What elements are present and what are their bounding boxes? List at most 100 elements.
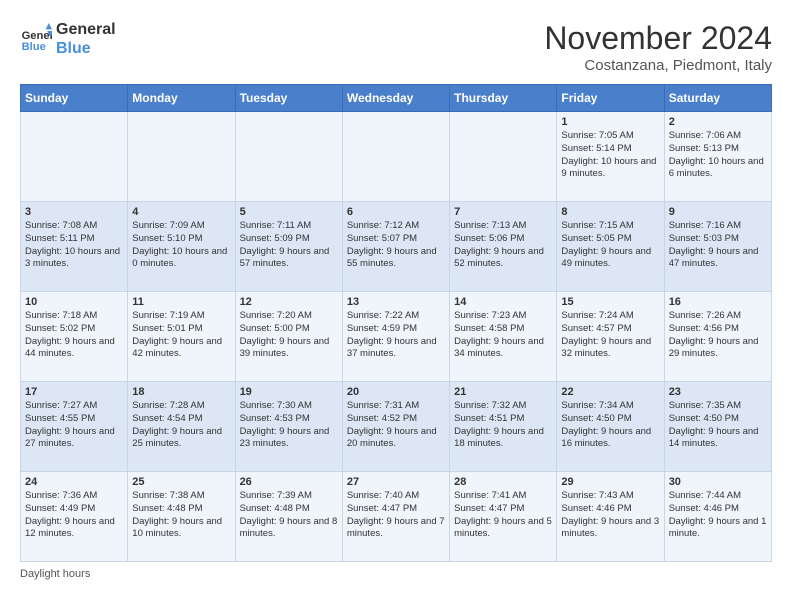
day-info: Sunrise: 7:22 AM Sunset: 4:59 PM Dayligh… [347,310,445,361]
calendar-cell: 5 Sunrise: 7:11 AM Sunset: 5:09 PM Daylig… [235,202,342,292]
calendar-week-2: 3 Sunrise: 7:08 AM Sunset: 5:11 PM Daylig… [21,202,772,292]
header-row: SundayMondayTuesdayWednesdayThursdayFrid… [21,85,772,112]
header-day-friday: Friday [557,85,664,112]
title-block: November 2024 Costanzana, Piedmont, Ital… [544,20,772,74]
logo-line2: Blue [56,39,116,58]
day-number: 29 [561,476,659,488]
calendar-header: SundayMondayTuesdayWednesdayThursdayFrid… [21,85,772,112]
day-info: Sunrise: 7:24 AM Sunset: 4:57 PM Dayligh… [561,310,659,361]
day-number: 7 [454,206,552,218]
page-header: General Blue General Blue November 2024 … [20,20,772,74]
calendar-cell: 30Sunrise: 7:44 AM Sunset: 4:46 PM Dayli… [664,472,771,562]
day-number: 26 [240,476,338,488]
calendar-week-1: 1Sunrise: 7:05 AM Sunset: 5:14 PM Daylig… [21,112,772,202]
day-number: 23 [669,386,767,398]
day-info: Sunrise: 7:41 AM Sunset: 4:47 PM Dayligh… [454,490,552,541]
calendar-cell: 25 Sunrise: 7:38 AM Sunset: 4:48 PM Dayli… [128,472,235,562]
day-info: Sunrise: 7:11 AM Sunset: 5:09 PM Dayligh… [240,220,338,271]
calendar-week-5: 24 Sunrise: 7:36 AM Sunset: 4:49 PM Dayli… [21,472,772,562]
day-number: 2 [669,116,767,128]
day-info: Sunrise: 7:09 AM Sunset: 5:10 PM Dayligh… [132,220,230,271]
day-info: Sunrise: 7:30 AM Sunset: 4:53 PM Dayligh… [240,400,338,451]
calendar-week-4: 17 Sunrise: 7:27 AM Sunset: 4:55 PM Dayli… [21,382,772,472]
day-info: Sunrise: 7:06 AM Sunset: 5:13 PM Dayligh… [669,130,767,181]
day-number: 5 [240,206,338,218]
day-info: Sunrise: 7:31 AM Sunset: 4:52 PM Dayligh… [347,400,445,451]
day-info: Sunrise: 7:08 AM Sunset: 5:11 PM Dayligh… [25,220,123,271]
day-info: Sunrise: 7:27 AM Sunset: 4:55 PM Dayligh… [25,400,123,451]
day-number: 16 [669,296,767,308]
calendar-cell [235,112,342,202]
day-number: 3 [25,206,123,218]
day-info: Sunrise: 7:43 AM Sunset: 4:46 PM Dayligh… [561,490,659,541]
day-info: Sunrise: 7:19 AM Sunset: 5:01 PM Dayligh… [132,310,230,361]
day-number: 22 [561,386,659,398]
day-info: Sunrise: 7:39 AM Sunset: 4:48 PM Dayligh… [240,490,338,541]
day-number: 19 [240,386,338,398]
day-info: Sunrise: 7:36 AM Sunset: 4:49 PM Dayligh… [25,490,123,541]
header-day-saturday: Saturday [664,85,771,112]
day-number: 30 [669,476,767,488]
svg-text:General: General [22,30,52,42]
day-number: 1 [561,116,659,128]
day-number: 25 [132,476,230,488]
calendar-cell: 6 Sunrise: 7:12 AM Sunset: 5:07 PM Daylig… [342,202,449,292]
calendar-cell: 23 Sunrise: 7:35 AM Sunset: 4:50 PM Dayli… [664,382,771,472]
day-info: Sunrise: 7:23 AM Sunset: 4:58 PM Dayligh… [454,310,552,361]
day-number: 9 [669,206,767,218]
calendar-cell: 7Sunrise: 7:13 AM Sunset: 5:06 PM Daylig… [450,202,557,292]
calendar-cell: 28Sunrise: 7:41 AM Sunset: 4:47 PM Dayli… [450,472,557,562]
day-number: 18 [132,386,230,398]
calendar-cell [128,112,235,202]
day-info: Sunrise: 7:38 AM Sunset: 4:48 PM Dayligh… [132,490,230,541]
calendar-cell: 12Sunrise: 7:20 AM Sunset: 5:00 PM Dayli… [235,292,342,382]
day-info: Sunrise: 7:32 AM Sunset: 4:51 PM Dayligh… [454,400,552,451]
day-number: 24 [25,476,123,488]
calendar-cell: 4 Sunrise: 7:09 AM Sunset: 5:10 PM Daylig… [128,202,235,292]
day-info: Sunrise: 7:16 AM Sunset: 5:03 PM Dayligh… [669,220,767,271]
header-day-thursday: Thursday [450,85,557,112]
calendar-cell: 16Sunrise: 7:26 AM Sunset: 4:56 PM Dayli… [664,292,771,382]
header-day-wednesday: Wednesday [342,85,449,112]
calendar-cell: 22Sunrise: 7:34 AM Sunset: 4:50 PM Dayli… [557,382,664,472]
calendar-cell: 2 Sunrise: 7:06 AM Sunset: 5:13 PM Daylig… [664,112,771,202]
calendar-cell: 14Sunrise: 7:23 AM Sunset: 4:58 PM Dayli… [450,292,557,382]
logo-icon: General Blue [20,23,52,55]
logo-line1: General [56,20,116,39]
day-number: 15 [561,296,659,308]
calendar-cell: 27Sunrise: 7:40 AM Sunset: 4:47 PM Dayli… [342,472,449,562]
calendar-cell: 1Sunrise: 7:05 AM Sunset: 5:14 PM Daylig… [557,112,664,202]
calendar-cell [21,112,128,202]
day-number: 4 [132,206,230,218]
calendar-cell: 17 Sunrise: 7:27 AM Sunset: 4:55 PM Dayli… [21,382,128,472]
calendar-cell: 21 Sunrise: 7:32 AM Sunset: 4:51 PM Dayli… [450,382,557,472]
day-number: 6 [347,206,445,218]
month-title: November 2024 [544,20,772,57]
header-day-tuesday: Tuesday [235,85,342,112]
calendar-cell: 13Sunrise: 7:22 AM Sunset: 4:59 PM Dayli… [342,292,449,382]
day-number: 21 [454,386,552,398]
day-number: 27 [347,476,445,488]
svg-text:Blue: Blue [22,41,46,53]
calendar-cell: 29 Sunrise: 7:43 AM Sunset: 4:46 PM Dayli… [557,472,664,562]
calendar-body: 1Sunrise: 7:05 AM Sunset: 5:14 PM Daylig… [21,112,772,562]
calendar-cell: 3 Sunrise: 7:08 AM Sunset: 5:11 PM Daylig… [21,202,128,292]
day-info: Sunrise: 7:18 AM Sunset: 5:02 PM Dayligh… [25,310,123,361]
header-day-monday: Monday [128,85,235,112]
calendar-cell: 10Sunrise: 7:18 AM Sunset: 5:02 PM Dayli… [21,292,128,382]
day-info: Sunrise: 7:28 AM Sunset: 4:54 PM Dayligh… [132,400,230,451]
calendar-cell [342,112,449,202]
calendar-cell: 26 Sunrise: 7:39 AM Sunset: 4:48 PM Dayli… [235,472,342,562]
day-number: 8 [561,206,659,218]
day-info: Sunrise: 7:15 AM Sunset: 5:05 PM Dayligh… [561,220,659,271]
day-number: 20 [347,386,445,398]
logo: General Blue General Blue [20,20,116,58]
day-number: 17 [25,386,123,398]
day-info: Sunrise: 7:35 AM Sunset: 4:50 PM Dayligh… [669,400,767,451]
calendar-cell: 20 Sunrise: 7:31 AM Sunset: 4:52 PM Dayli… [342,382,449,472]
day-number: 12 [240,296,338,308]
day-info: Sunrise: 7:12 AM Sunset: 5:07 PM Dayligh… [347,220,445,271]
location-subtitle: Costanzana, Piedmont, Italy [544,57,772,74]
calendar-cell: 15 Sunrise: 7:24 AM Sunset: 4:57 PM Dayli… [557,292,664,382]
calendar-cell: 19 Sunrise: 7:30 AM Sunset: 4:53 PM Dayli… [235,382,342,472]
